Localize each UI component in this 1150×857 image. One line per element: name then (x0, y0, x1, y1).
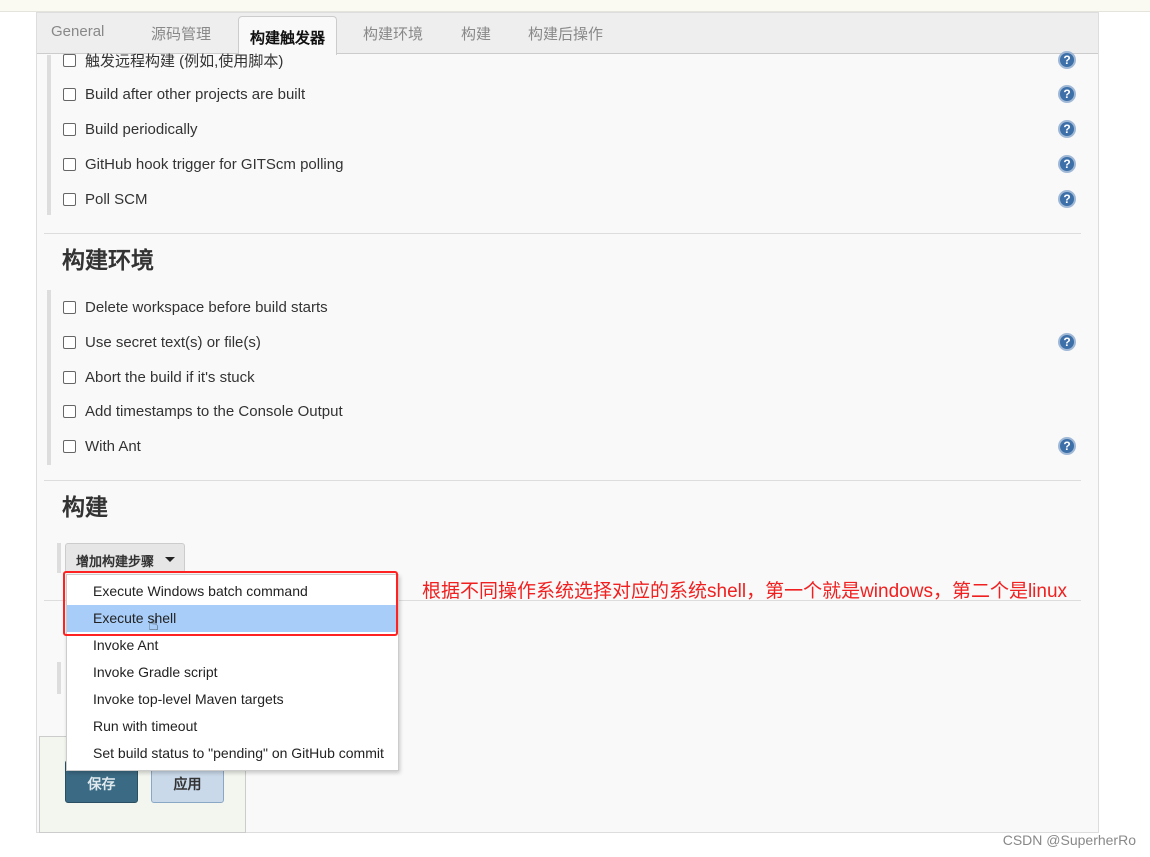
checkbox[interactable] (63, 335, 76, 349)
help-icon[interactable]: ? (1058, 190, 1076, 208)
add-build-step-button[interactable]: 增加构建步骤 (65, 543, 185, 573)
checkbox[interactable] (63, 122, 76, 136)
trigger-github-hook[interactable]: GitHub hook trigger for GITScm polling (63, 154, 343, 174)
add-build-step-label: 增加构建步骤 (76, 554, 155, 569)
annotation-text: 根据不同操作系统选择对应的系统shell，第一个就是windows，第二个是li… (422, 581, 1068, 602)
checkbox[interactable] (63, 300, 76, 314)
env-secret-text[interactable]: Use secret text(s) or file(s) (63, 332, 261, 352)
menu-item-maven[interactable]: Invoke top-level Maven targets (67, 686, 398, 713)
checkbox[interactable] (63, 439, 76, 453)
section-indent-bar (47, 55, 51, 215)
section-indent-bar (57, 662, 61, 694)
checkbox-label: Build after other projects are built (85, 85, 306, 103)
checkbox-label: Use secret text(s) or file(s) (85, 333, 261, 351)
watermark: CSDN @SuperherRo (1002, 832, 1136, 848)
checkbox-label: Abort the build if it's stuck (85, 368, 255, 386)
checkbox-label: Delete workspace before build starts (85, 298, 328, 316)
trigger-periodically[interactable]: Build periodically (63, 119, 198, 139)
trigger-poll-scm[interactable]: Poll SCM (63, 189, 148, 209)
section-indent-bar (57, 543, 61, 573)
checkbox[interactable] (63, 157, 76, 171)
annotation-highlight-box (63, 571, 398, 636)
menu-item-run-timeout[interactable]: Run with timeout (67, 713, 398, 740)
env-abort-stuck[interactable]: Abort the build if it's stuck (63, 367, 255, 387)
section-title-build: 构建 (62, 494, 108, 520)
section-divider (44, 233, 1081, 234)
caret-down-icon (165, 557, 175, 562)
menu-item-invoke-ant[interactable]: Invoke Ant (67, 632, 398, 659)
checkbox[interactable] (63, 370, 76, 384)
tab-bar: General 源码管理 构建触发器 构建环境 构建 构建后操作 (37, 13, 1098, 55)
top-strip (0, 0, 1150, 12)
trigger-after-other[interactable]: Build after other projects are built (63, 84, 305, 104)
tab-build[interactable]: 构建 (461, 23, 491, 44)
tab-post-build[interactable]: 构建后操作 (528, 23, 603, 44)
trigger-remote[interactable]: 触发远程构建 (例如,使用脚本) (63, 50, 283, 70)
checkbox[interactable] (63, 87, 76, 101)
section-indent-bar (47, 290, 51, 465)
tab-scm[interactable]: 源码管理 (151, 23, 211, 44)
env-delete-workspace[interactable]: Delete workspace before build starts (63, 297, 328, 317)
env-timestamps[interactable]: Add timestamps to the Console Output (63, 401, 343, 421)
help-icon[interactable]: ? (1058, 437, 1076, 455)
help-icon[interactable]: ? (1058, 120, 1076, 138)
help-icon[interactable]: ? (1058, 333, 1076, 351)
checkbox-label: 触发远程构建 (例如,使用脚本) (85, 52, 284, 70)
help-icon[interactable]: ? (1058, 51, 1076, 69)
section-divider (44, 480, 1081, 481)
section-title-build-env: 构建环境 (62, 247, 154, 273)
checkbox-label: GitHub hook trigger for GITScm polling (85, 155, 344, 173)
checkbox[interactable] (63, 53, 76, 67)
checkbox-label: Poll SCM (85, 190, 148, 208)
checkbox[interactable] (63, 192, 76, 206)
menu-item-gradle[interactable]: Invoke Gradle script (67, 659, 398, 686)
tab-general[interactable]: General (51, 23, 104, 40)
checkbox-label: Build periodically (85, 120, 198, 138)
help-icon[interactable]: ? (1058, 155, 1076, 173)
menu-item-github-pending[interactable]: Set build status to "pending" on GitHub … (67, 740, 398, 767)
help-icon[interactable]: ? (1058, 85, 1076, 103)
tab-build-env[interactable]: 构建环境 (363, 23, 423, 44)
checkbox-label: Add timestamps to the Console Output (85, 402, 343, 420)
env-with-ant[interactable]: With Ant (63, 436, 141, 456)
checkbox-label: With Ant (85, 437, 141, 455)
checkbox[interactable] (63, 404, 76, 418)
